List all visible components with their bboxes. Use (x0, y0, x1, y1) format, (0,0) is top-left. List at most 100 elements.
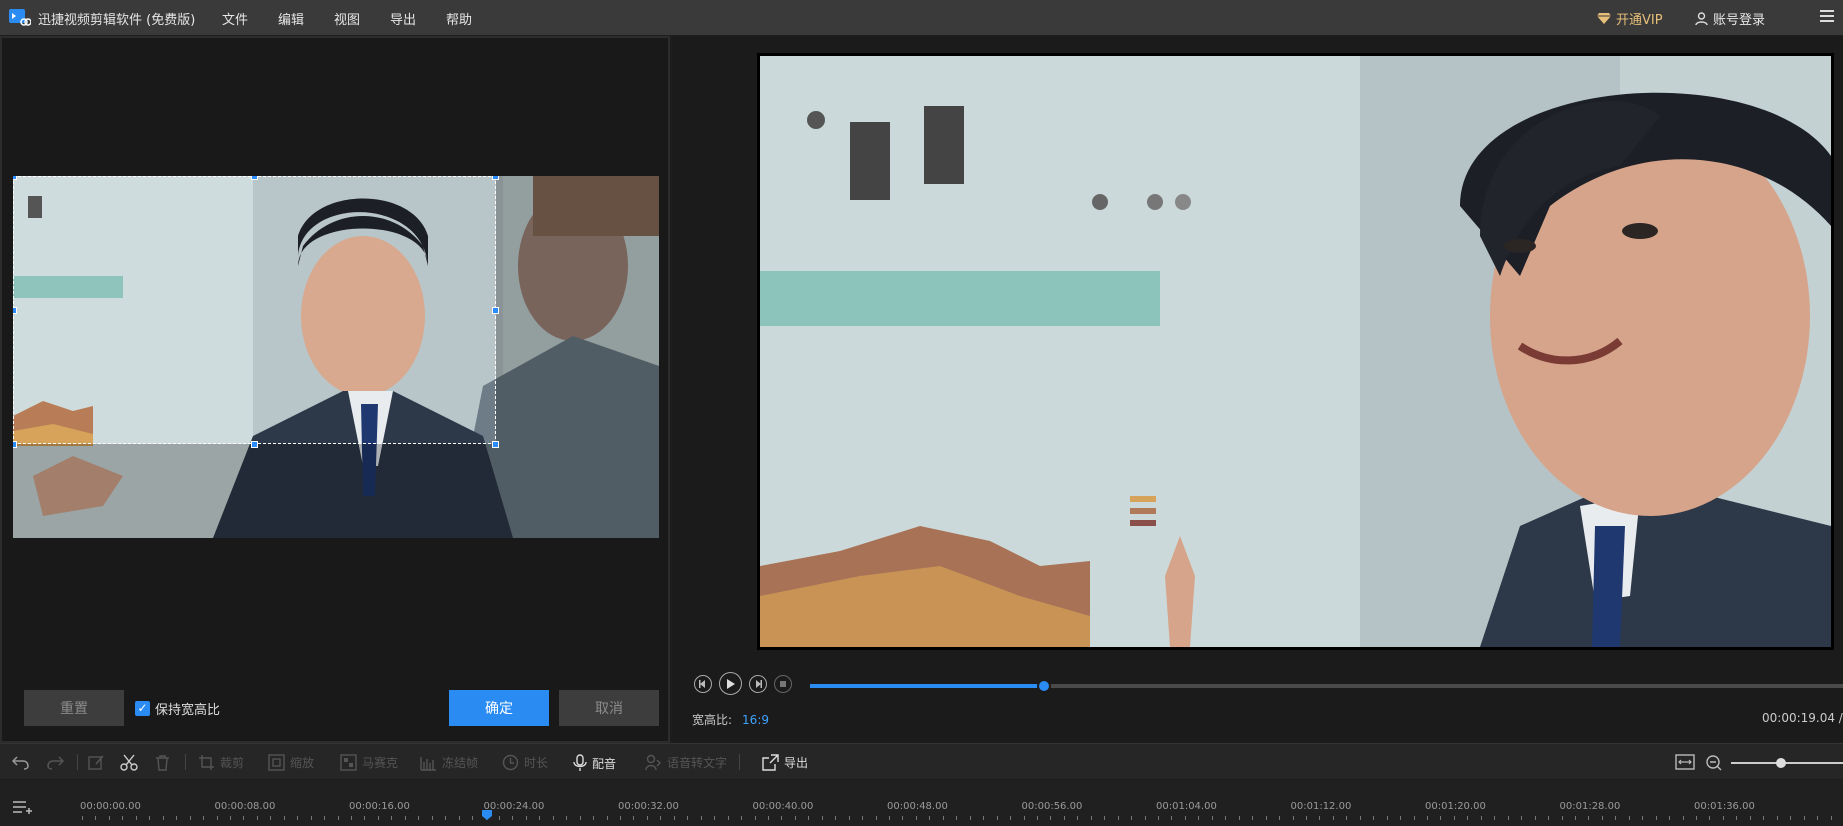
menu-view[interactable]: 视图 (334, 9, 360, 28)
timeline-minor-tick (821, 816, 823, 820)
timeline-minor-tick (108, 816, 110, 820)
crop-handle-bottom[interactable] (251, 441, 258, 448)
timeline-zoom-slider[interactable] (1731, 758, 1843, 768)
crop-handle-left[interactable] (13, 307, 17, 314)
menu-edit[interactable]: 编辑 (278, 9, 304, 28)
menu-export[interactable]: 导出 (390, 9, 416, 28)
timeline-minor-tick (1507, 816, 1509, 820)
crop-handle-bottom-left[interactable] (13, 441, 17, 448)
duration-label: 时长 (524, 756, 549, 770)
split-button[interactable] (120, 754, 138, 771)
timeline-minor-tick (593, 816, 595, 820)
cancel-button[interactable]: 取消 (559, 690, 659, 726)
timeline-minor-tick (700, 816, 702, 820)
confirm-button[interactable]: 确定 (449, 690, 549, 726)
timeline-minor-tick (1305, 816, 1307, 820)
timeline-minor-tick (566, 816, 568, 820)
zoom-slider-knob[interactable] (1776, 758, 1786, 768)
zoom-frame-icon (268, 754, 285, 771)
timeline-tick-label: 00:00:08.00 (214, 801, 276, 812)
crop-handle-top-right[interactable] (492, 176, 499, 180)
keep-ratio-checkbox[interactable]: ✓ 保持宽高比 (135, 699, 220, 718)
timeline-minor-tick (1332, 816, 1334, 820)
timeline-minor-tick (1548, 816, 1550, 820)
menu-file[interactable]: 文件 (222, 9, 248, 28)
fit-timeline-button[interactable] (1675, 754, 1695, 770)
next-frame-button[interactable] (749, 674, 767, 693)
timeline-minor-tick (1561, 816, 1563, 820)
timeline-minor-tick (525, 816, 527, 820)
redo-icon (47, 756, 64, 770)
dub-button[interactable]: 配音 (573, 754, 616, 772)
progress-knob[interactable] (1037, 679, 1051, 693)
aspect-ratio-readout: 宽高比: 16:9 (692, 711, 769, 728)
timeline-minor-tick (1776, 816, 1778, 820)
timeline-minor-tick (956, 816, 958, 820)
app-title: 迅捷视频剪辑软件 (免费版) (38, 13, 196, 28)
aspect-ratio-value[interactable]: 16:9 (742, 713, 769, 727)
redo-button[interactable] (46, 754, 64, 770)
freeze-frame-icon (420, 757, 436, 771)
menu-help[interactable]: 帮助 (446, 9, 472, 28)
zoom-tool-button[interactable]: 缩放 (268, 754, 314, 771)
add-track-icon[interactable] (12, 800, 34, 814)
timeline-minor-tick (391, 816, 393, 820)
crop-handle-bottom-right[interactable] (492, 441, 499, 448)
timeline-minor-tick (351, 816, 352, 820)
freeze-frame-button[interactable]: 冻结帧 (420, 754, 478, 771)
edit-toolbar: 裁剪 缩放 马赛克 冻结帧 时长 配音 语音转文字 导出 (0, 743, 1843, 779)
timeline-minor-tick (969, 816, 971, 820)
keep-ratio-label: 保持宽高比 (155, 703, 221, 718)
timeline-minor-tick (983, 816, 985, 820)
timeline-minor-tick (203, 816, 205, 820)
toolbar-divider (739, 754, 740, 770)
mosaic-tool-label: 马赛克 (362, 756, 399, 770)
timeline-minor-tick (714, 816, 716, 820)
crop-handle-top[interactable] (251, 176, 258, 180)
crop-handle-right[interactable] (492, 307, 499, 314)
reset-button[interactable]: 重置 (24, 690, 124, 726)
preview-panel: 宽高比: 16:9 00:00:19.04 / 0 (672, 36, 1843, 742)
clock-icon (502, 754, 519, 771)
hamburger-menu-icon[interactable] (1820, 10, 1834, 22)
timeline[interactable]: 00:00:00.00 00:00:08.00 00:00:16.00 00:00:2… (0, 780, 1843, 826)
prev-frame-button[interactable] (694, 674, 712, 693)
timeline-tick-label: 00:00:40.00 (752, 801, 814, 812)
crop-tool-button[interactable]: 裁剪 (198, 754, 244, 771)
timeline-minor-tick (996, 816, 998, 820)
preview-video[interactable] (757, 53, 1834, 650)
timeline-minor-tick (1817, 816, 1819, 820)
timeline-minor-tick (606, 816, 608, 820)
vip-button[interactable]: 开通VIP (1597, 9, 1663, 28)
timeline-tick-label: 00:00:56.00 (1021, 801, 1083, 812)
timeline-minor-tick (1144, 816, 1146, 820)
edit-button[interactable] (88, 754, 105, 771)
crop-source-frame[interactable] (13, 176, 659, 538)
account-login-button[interactable]: 账号登录 (1695, 9, 1765, 28)
playback-progress-bar[interactable] (810, 679, 1843, 693)
crop-handle-top-left[interactable] (13, 176, 17, 180)
play-button[interactable] (719, 672, 742, 695)
mosaic-tool-button[interactable]: 马赛克 (340, 754, 398, 771)
timeline-minor-tick (929, 816, 931, 820)
delete-button[interactable] (155, 754, 170, 771)
crop-selection-rect[interactable] (13, 176, 496, 444)
speech-to-text-button[interactable]: 语音转文字 (645, 754, 727, 771)
duration-button[interactable]: 时长 (502, 754, 548, 771)
stop-button[interactable] (774, 674, 792, 693)
timeline-minor-tick (794, 816, 796, 820)
timeline-minor-tick (1628, 816, 1630, 820)
timeline-minor-tick (1346, 816, 1348, 820)
timeline-minor-tick (1453, 816, 1455, 820)
timeline-minor-tick (1696, 816, 1697, 820)
crop-panel: 重置 ✓ 保持宽高比 确定 取消 (0, 36, 670, 743)
timeline-minor-tick (1534, 816, 1536, 820)
timeline-ruler[interactable]: 00:00:00.00 00:00:08.00 00:00:16.00 00:00:2… (80, 780, 1843, 826)
export-button[interactable]: 导出 (762, 754, 808, 771)
undo-button[interactable] (12, 754, 30, 770)
zoom-out-button[interactable] (1705, 754, 1723, 772)
timeline-minor-tick (915, 816, 917, 820)
timeline-minor-tick (122, 816, 124, 820)
timeline-minor-tick (1090, 816, 1092, 820)
app-window: { "app": {"title": "迅捷视频剪辑软件 (免费版)"}, "m… (0, 0, 1843, 826)
